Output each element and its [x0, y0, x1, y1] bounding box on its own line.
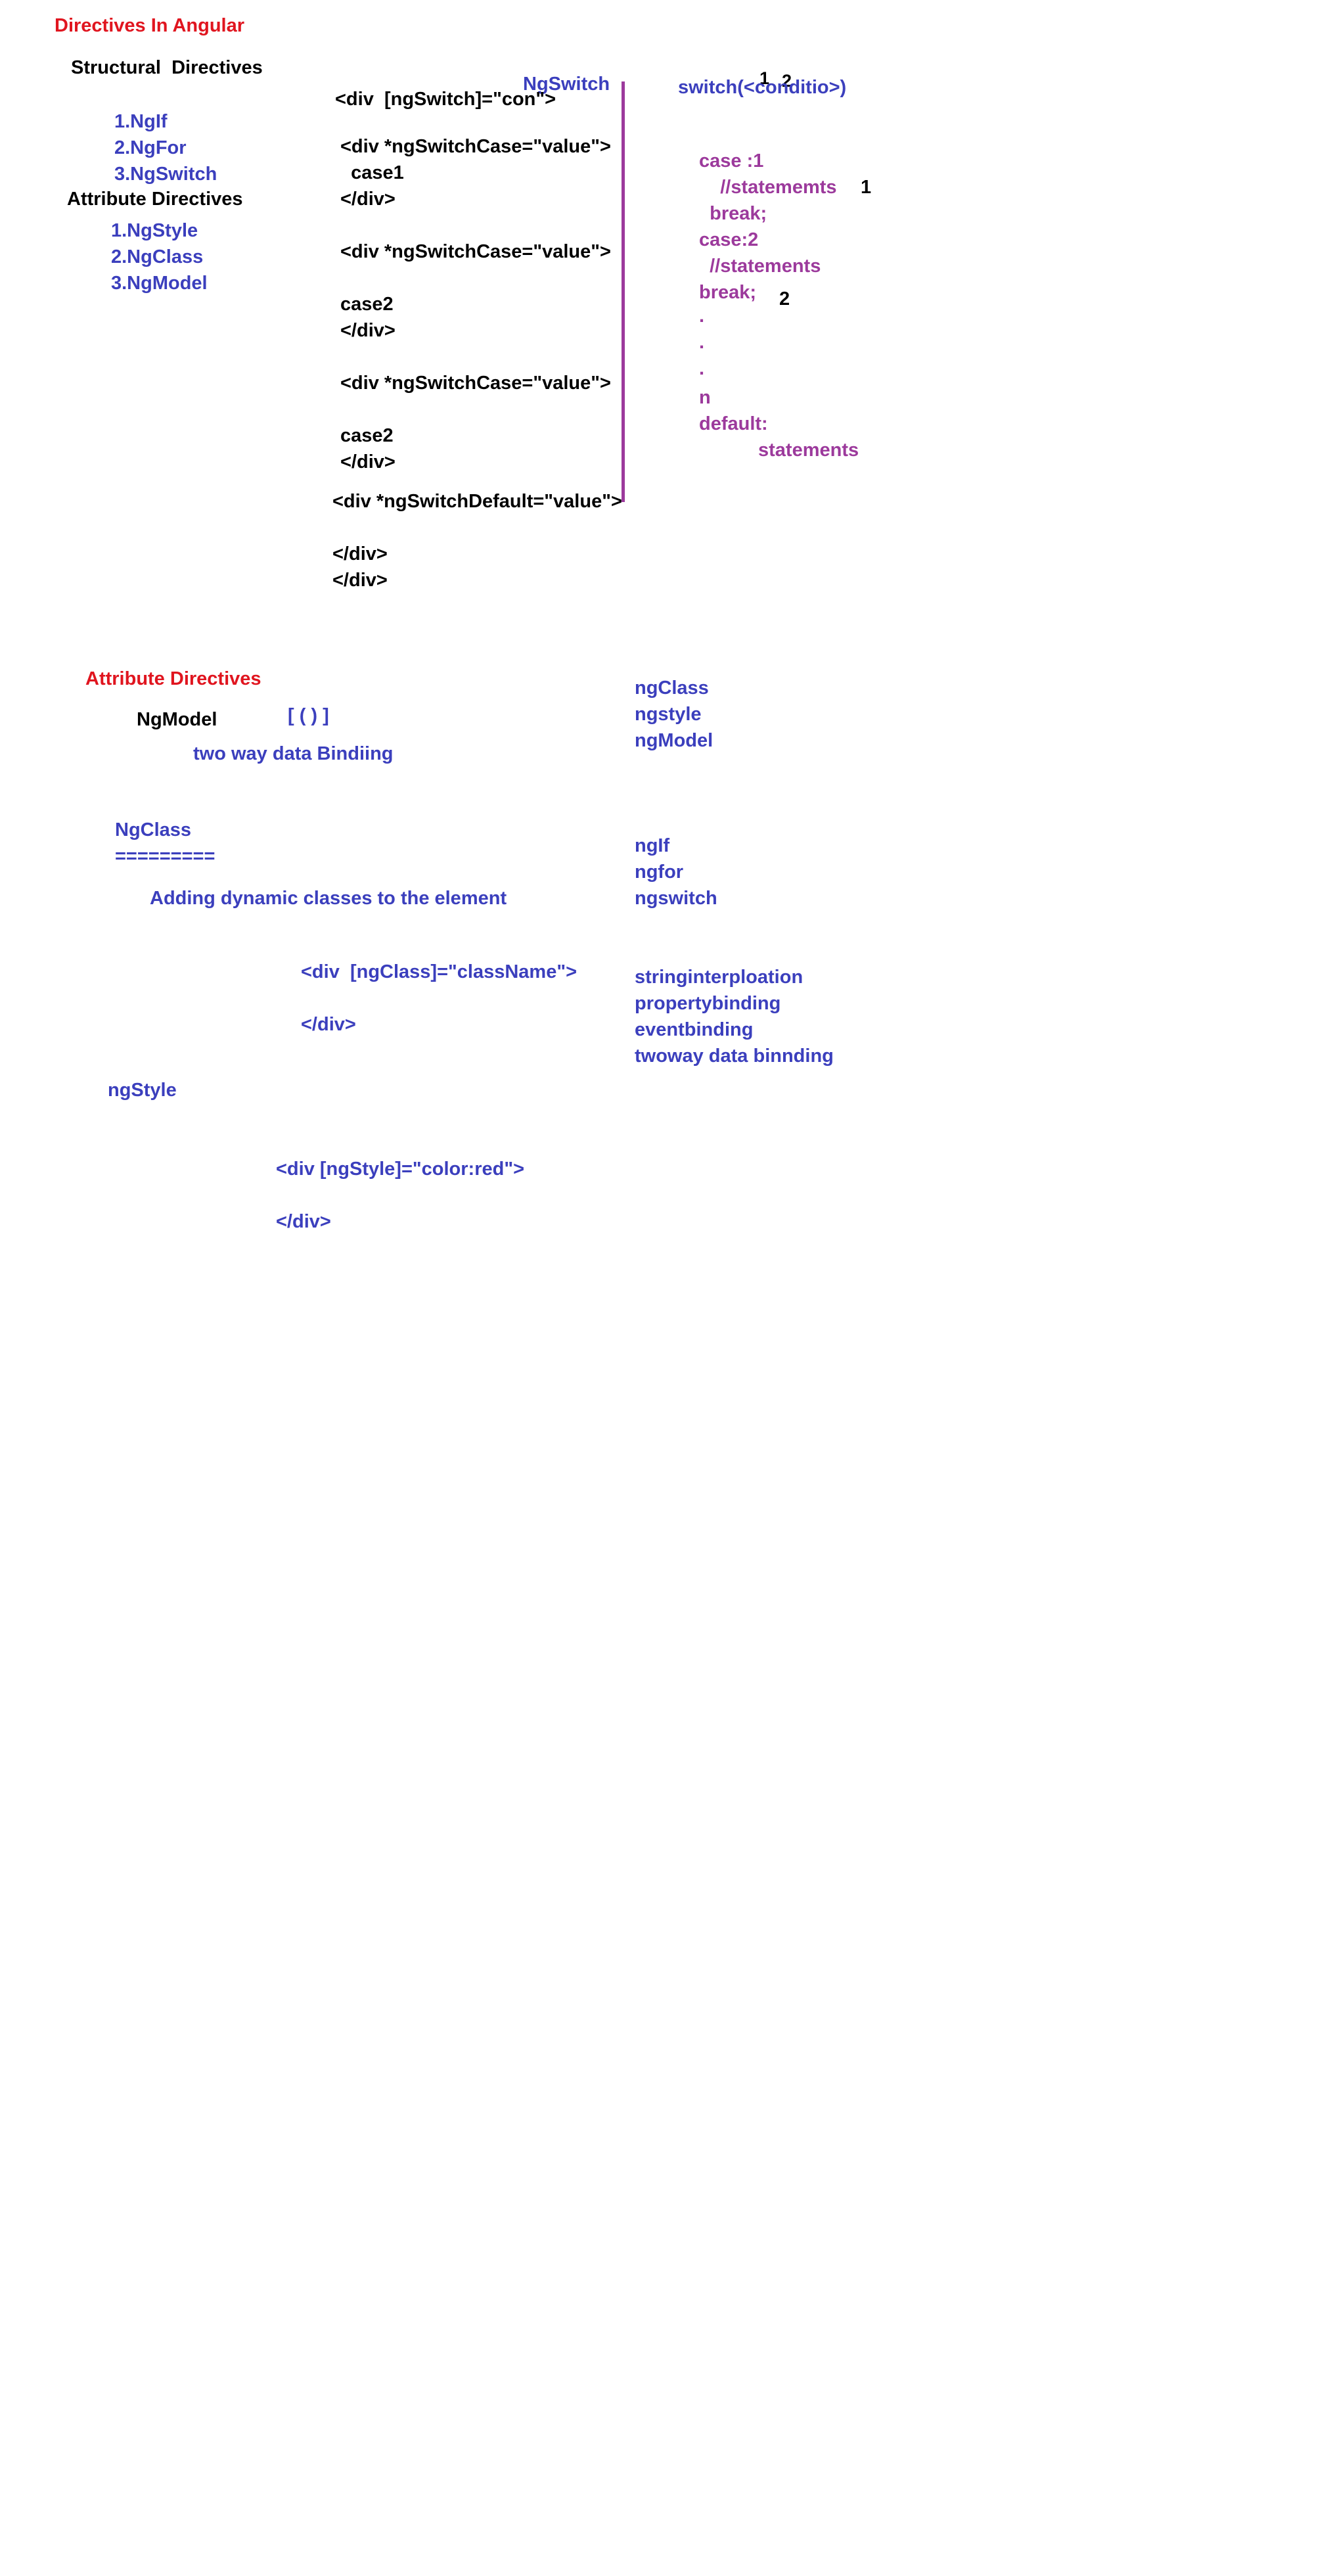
attribute-item-ngmodel: 3.NgModel [111, 273, 208, 294]
switch-line: break; [699, 282, 757, 303]
code-line: <div [ngSwitch]="con"> [335, 89, 556, 110]
ngmodel-description: two way data Bindiing [193, 743, 394, 764]
ngstyle-code-line: <div [ngStyle]="color:red"> [276, 1159, 525, 1180]
code-line: <div *ngSwitchCase="value"> [340, 136, 611, 157]
right-list-item: ngfor [635, 862, 684, 883]
switch-header: switch(<conditio>) [678, 77, 847, 98]
structural-directives-heading: Structural Directives [71, 57, 263, 78]
switch-line: . [699, 306, 705, 327]
switch-line: case:2 [699, 229, 759, 250]
switch-line: break; [699, 203, 767, 224]
annotation-mark: 2 [779, 288, 790, 310]
switch-line: //statememts [699, 177, 837, 198]
attribute-directives-title: Attribute Directives [85, 668, 261, 689]
ngclass-description: Adding dynamic classes to the element [150, 888, 507, 909]
ngclass-code-line: <div [ngClass]="className"> [301, 961, 577, 982]
switch-line: default: [699, 413, 768, 434]
ngclass-underline: ========= [115, 846, 215, 867]
code-line: case2 [340, 294, 394, 315]
attribute-item-ngstyle: 1.NgStyle [111, 220, 198, 241]
ngclass-code-line: </div> [301, 1014, 356, 1035]
code-line: case1 [340, 162, 404, 183]
structural-item-ngswitch: 3.NgSwitch [114, 164, 217, 185]
structural-item-ngif: 1.NgIf [114, 111, 168, 132]
ngclass-label: NgClass [115, 819, 192, 840]
attribute-directives-heading: Attribute Directives [67, 189, 243, 210]
code-line: </div> [340, 189, 396, 210]
switch-line: . [699, 358, 705, 379]
switch-line: case :1 [699, 150, 764, 172]
page: { "colors": { "red": "#e0151f", "black":… [0, 0, 1335, 2576]
switch-line: statements [758, 440, 859, 461]
switch-line: n [699, 387, 711, 408]
right-list-item: eventbinding [635, 1019, 754, 1040]
ngmodel-label: NgModel [137, 709, 217, 730]
code-line: </div> [332, 543, 388, 564]
vertical-divider [622, 81, 625, 502]
right-list-item: propertybinding [635, 993, 781, 1014]
ngmodel-syntax: [ ( ) ] [288, 705, 329, 726]
ngstyle-code-line: </div> [276, 1211, 331, 1232]
annotation-mark: 1 [861, 177, 872, 198]
code-line: <div *ngSwitchCase="value"> [340, 373, 611, 394]
right-list-item: ngswitch [635, 888, 717, 909]
code-line: case2 [340, 425, 394, 446]
right-list-item: ngIf [635, 835, 670, 856]
structural-item-ngfor: 2.NgFor [114, 137, 187, 158]
code-line: </div> [332, 570, 388, 591]
right-list-item: stringinterploation [635, 967, 803, 988]
switch-line: . [699, 332, 705, 353]
code-line: <div *ngSwitchDefault="value"> [332, 491, 622, 512]
code-line: <div *ngSwitchCase="value"> [340, 241, 611, 262]
right-list-item: ngstyle [635, 704, 702, 725]
page-title: Directives In Angular [55, 15, 245, 36]
switch-line: //statements [699, 256, 821, 277]
attribute-item-ngclass: 2.NgClass [111, 246, 204, 267]
code-line: </div> [340, 451, 396, 472]
right-list-item: ngModel [635, 730, 713, 751]
right-list-item: ngClass [635, 678, 709, 699]
right-list-item: twoway data binnding [635, 1046, 834, 1067]
ngstyle-label: ngStyle [108, 1080, 177, 1101]
code-line: </div> [340, 320, 396, 341]
